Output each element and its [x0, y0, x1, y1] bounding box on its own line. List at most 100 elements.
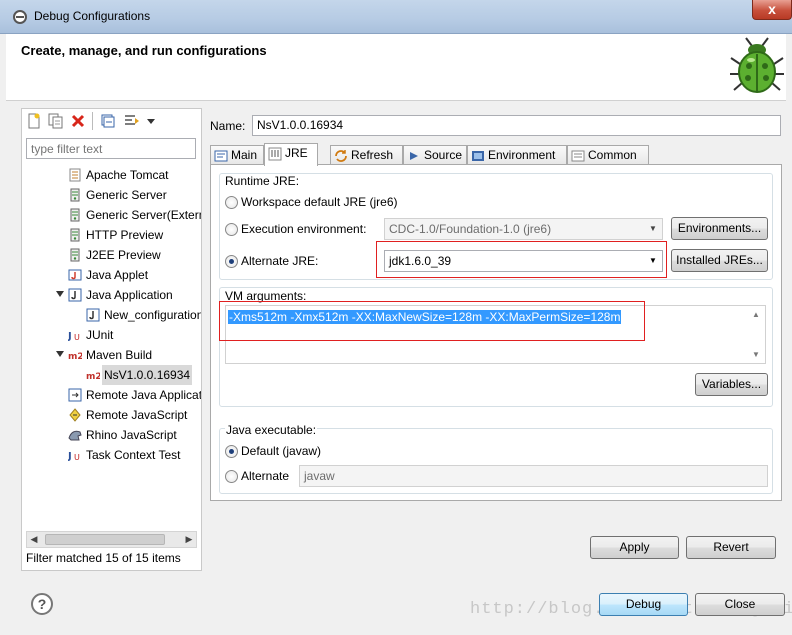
tree-item-label: New_configuration [104, 308, 201, 322]
rhino-icon [68, 428, 82, 442]
chevron-down-icon[interactable] [56, 291, 64, 297]
tree-item-label: HTTP Preview [86, 228, 164, 242]
duplicate-configuration-icon[interactable] [48, 113, 64, 129]
dialog-header: Create, manage, and run configurations [6, 34, 786, 101]
tree-item-label: Maven Build [86, 348, 153, 362]
tree-item[interactable]: Rhino JavaScript [22, 425, 201, 445]
tree-item[interactable]: m2 NsV1.0.0.16934 [22, 365, 201, 385]
delete-configuration-icon[interactable] [70, 113, 86, 129]
tree-item-label: Rhino JavaScript [86, 428, 177, 442]
tree-item-label: Java Application [86, 288, 173, 302]
tree-item-label: NsV1.0.0.16934 [102, 365, 193, 385]
apply-button[interactable]: Apply [590, 536, 679, 559]
tree-item[interactable]: m2 Maven Build [22, 345, 201, 365]
name-label: Name: [210, 119, 246, 133]
help-icon[interactable]: ? [31, 593, 53, 615]
tree-item[interactable]: Generic Server(Extern [22, 205, 201, 225]
bug-icon [730, 37, 784, 93]
alternate-executable-input[interactable]: javaw [299, 465, 768, 487]
debug-window-icon [13, 10, 27, 24]
jre-tab-icon [268, 147, 282, 161]
scroll-down-arrow-icon[interactable]: ▼ [749, 349, 763, 361]
tree-item-label: Apache Tomcat [86, 168, 169, 182]
java-application-icon [68, 288, 82, 302]
alternate-jre-highlight-box [376, 241, 667, 278]
source-tab-icon [407, 149, 421, 163]
tree-item-label: Generic Server(Extern [86, 208, 201, 222]
tab-label: JRE [285, 146, 308, 160]
window-close-button[interactable]: x [752, 0, 792, 20]
tree-item[interactable]: Java Applet [22, 265, 201, 285]
default-javaw-radio[interactable] [225, 445, 238, 458]
tab-label: Refresh [351, 148, 394, 162]
tree-horizontal-scrollbar[interactable]: ◀ ▶ [26, 531, 197, 548]
tab-label: Main [231, 148, 258, 162]
tab-label: Environment [488, 148, 556, 162]
close-button[interactable]: Close [695, 593, 785, 616]
junit-icon: JU [67, 328, 82, 342]
scroll-left-arrow-icon[interactable]: ◀ [27, 533, 41, 546]
filter-icon[interactable] [124, 113, 140, 129]
chevron-down-icon[interactable] [56, 351, 64, 357]
server-icon [68, 228, 82, 242]
tree-item[interactable]: New_configuration [22, 305, 201, 325]
new-configuration-icon[interactable] [26, 113, 42, 129]
tree-item[interactable]: Remote JavaScript [22, 405, 201, 425]
tree-item-label: Remote JavaScript [86, 408, 188, 422]
tab-jre[interactable]: JRE [264, 143, 318, 166]
revert-button[interactable]: Revert [686, 536, 776, 559]
server-icon [68, 248, 82, 262]
alternate-executable-radio[interactable] [225, 470, 238, 483]
environments-button[interactable]: Environments... [671, 217, 768, 240]
execution-environment-select[interactable]: CDC-1.0/Foundation-1.0 (jre6) ▼ [384, 218, 663, 240]
tab-common[interactable]: Common [567, 145, 649, 165]
svg-text:m2: m2 [68, 352, 82, 362]
jre-tab-content: Runtime JRE: Workspace default JRE (jre6… [210, 164, 782, 501]
execution-environment-radio[interactable] [225, 223, 238, 236]
name-input[interactable]: NsV1.0.0.16934 [252, 115, 781, 136]
runtime-jre-title: Runtime JRE: [225, 174, 300, 188]
view-menu-chevron-down-icon[interactable] [146, 116, 156, 126]
common-tab-icon [571, 149, 585, 163]
workspace-default-radio[interactable] [225, 196, 238, 209]
java-applet-icon [68, 268, 82, 282]
svg-text:J: J [68, 451, 72, 462]
tree-item[interactable]: Apache Tomcat [22, 165, 201, 185]
default-javaw-label: Default (javaw) [241, 444, 322, 458]
scroll-up-arrow-icon[interactable]: ▲ [749, 309, 763, 321]
tree-item[interactable]: Java Application [22, 285, 201, 305]
tree-item-label: J2EE Preview [86, 248, 161, 262]
alternate-executable-label: Alternate [241, 469, 290, 483]
tab-environment[interactable]: Environment [467, 145, 567, 165]
alternate-jre-radio[interactable] [225, 255, 238, 268]
tree-item[interactable]: J U Task Context Test [22, 445, 201, 465]
scroll-right-arrow-icon[interactable]: ▶ [182, 533, 196, 546]
server-icon [68, 188, 82, 202]
tree-item[interactable]: HTTP Preview [22, 225, 201, 245]
tab-main[interactable]: Main [210, 145, 264, 165]
header-title: Create, manage, and run configurations [21, 43, 267, 58]
environment-tab-icon [471, 149, 485, 163]
tree-item-label: Remote Java Applicat [86, 388, 201, 402]
installed-jres-button[interactable]: Installed JREs... [671, 249, 768, 272]
debug-button[interactable]: Debug [599, 593, 688, 616]
tree-item[interactable]: J U JUnit [22, 325, 201, 345]
java-config-icon [86, 308, 100, 322]
filter-input[interactable] [26, 138, 196, 159]
svg-text:m2: m2 [86, 372, 100, 382]
task-context-icon: JU [67, 448, 82, 462]
tree-item[interactable]: J2EE Preview [22, 245, 201, 265]
tree-item[interactable]: Remote Java Applicat [22, 385, 201, 405]
collapse-all-icon[interactable] [100, 113, 116, 129]
svg-text:J: J [68, 331, 72, 342]
tree-item[interactable]: Generic Server [22, 185, 201, 205]
configuration-editor-panel: Name: NsV1.0.0.16934 Main JRE Refresh Sourc… [204, 108, 788, 571]
tab-refresh[interactable]: Refresh [330, 145, 403, 165]
variables-button[interactable]: Variables... [695, 373, 768, 396]
refresh-tab-icon [334, 149, 348, 163]
tab-source[interactable]: Source [403, 145, 467, 165]
tree-item-label: Task Context Test [86, 448, 181, 462]
workspace-default-label: Workspace default JRE (jre6) [241, 195, 398, 209]
scrollbar-thumb[interactable] [45, 534, 165, 545]
java-executable-title: Java executable: [225, 423, 318, 437]
